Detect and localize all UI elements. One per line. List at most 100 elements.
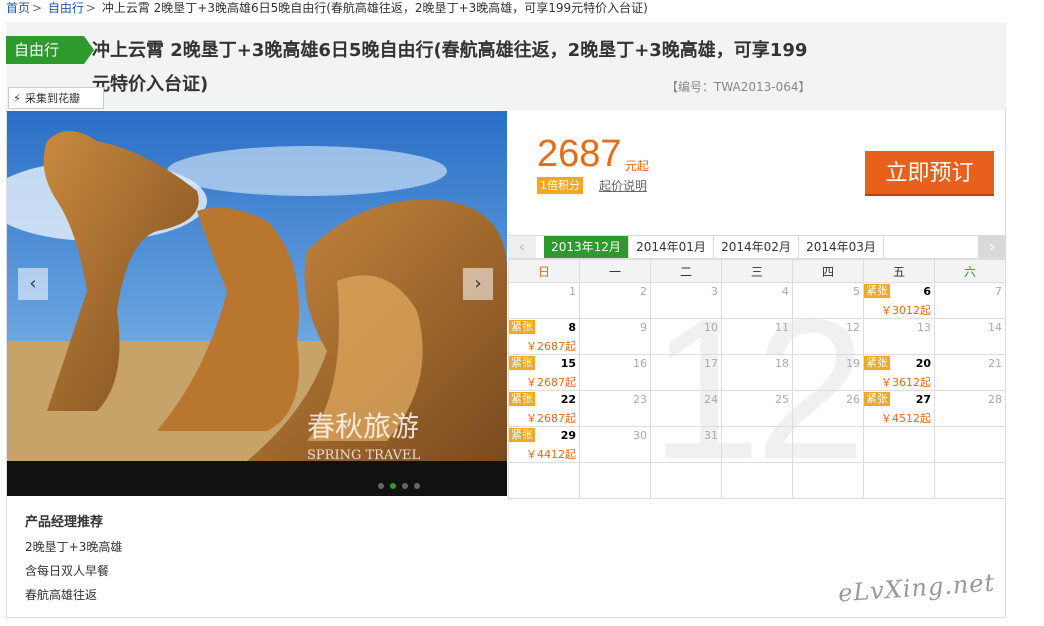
collect-label: 采集到花瓣 (25, 92, 80, 105)
weekday-header: 二 (650, 259, 722, 283)
day-number: 29 (560, 429, 576, 442)
availability-tight-badge: 紧张 (509, 392, 535, 406)
weekday-header: 一 (579, 259, 651, 283)
price-unit: 元起 (625, 159, 650, 173)
day-number: 12 (846, 321, 860, 334)
breadcrumb-separator: > (32, 1, 43, 15)
day-number: 19 (846, 357, 860, 370)
availability-tight-badge: 紧张 (864, 284, 890, 298)
breadcrumb-separator: > (85, 1, 96, 15)
weekday-header: 三 (721, 259, 793, 283)
collect-button[interactable]: ⚡ 采集到花瓣 (8, 87, 104, 109)
day-number: 3 (711, 285, 718, 298)
calendar-day: 1 (508, 282, 580, 319)
breadcrumb: 首页 > 自由行 > 冲上云霄 2晚垦丁+3晚高雄6日5晚自由行(春航高雄往返，2晚… (6, 0, 648, 16)
calendar-day[interactable]: 6 紧张 ￥3012起 (863, 282, 935, 319)
day-price: ￥2687起 (526, 340, 576, 353)
calendar-day[interactable]: 15 紧张 ￥2687起 (508, 354, 580, 391)
calendar-day (863, 462, 935, 499)
photo-watermark-cn: 春秋旅游 (307, 410, 419, 443)
calendar-day (934, 462, 1006, 499)
calendar-day: 18 (721, 354, 793, 391)
calendar-day: 13 (863, 318, 935, 355)
calendar-day: 30 (579, 426, 651, 463)
calendar-day: 12 (792, 318, 864, 355)
calendar-day (792, 462, 864, 499)
gallery-pagination (378, 474, 426, 493)
book-now-button[interactable]: 立即预订 (865, 151, 994, 196)
gallery-dot[interactable] (390, 483, 396, 489)
gallery-dot[interactable] (414, 483, 420, 489)
tab-month[interactable]: 2013年12月 (544, 236, 629, 258)
calendar-day[interactable]: 22 紧张 ￥2687起 (508, 390, 580, 427)
calendar-day[interactable]: 20 紧张 ￥3612起 (863, 354, 935, 391)
weekday-header: 六 (934, 259, 1006, 283)
day-number: 25 (775, 393, 789, 406)
calendar-day[interactable]: 8 紧张 ￥2687起 (508, 318, 580, 355)
gallery-next-button[interactable]: › (463, 268, 493, 300)
day-number: 10 (704, 321, 718, 334)
calendar-day (508, 462, 580, 499)
day-number: 20 (915, 357, 931, 370)
calendar-day[interactable]: 27 紧张 ￥4512起 (863, 390, 935, 427)
day-number: 23 (633, 393, 647, 406)
day-price: ￥4412起 (526, 448, 576, 461)
calendar-day: 5 (792, 282, 864, 319)
availability-tight-badge: 紧张 (509, 428, 535, 442)
day-number: 8 (568, 321, 576, 334)
month-next-button[interactable]: › (978, 236, 1006, 258)
calendar-day: 21 (934, 354, 1006, 391)
tab-month[interactable]: 2014年02月 (714, 236, 799, 258)
breadcrumb-category[interactable]: 自由行 (48, 1, 84, 15)
price-explain-link[interactable]: 起价说明 (599, 177, 647, 194)
availability-tight-badge: 紧张 (509, 320, 535, 334)
month-prev-button[interactable]: ‹ (508, 236, 536, 258)
price-value: 2687 (537, 133, 622, 175)
calendar-day[interactable]: 29 紧张 ￥4412起 (508, 426, 580, 463)
product-code: 【编号：TWA2013-064】 (666, 80, 811, 94)
gallery-dot[interactable] (378, 483, 384, 489)
day-number: 22 (560, 393, 576, 406)
calendar-day: 4 (721, 282, 793, 319)
departure-calendar: 日一二三四五六 1 2 3 4 5 6 紧张 ￥3012起 7 8 紧张 ￥2687起 9 10 11 12 1… (508, 259, 1006, 499)
calendar-day (650, 462, 722, 499)
day-price: ￥2687起 (526, 412, 576, 425)
recommend-item: 含每日双人早餐 (25, 564, 110, 578)
calendar-day (934, 426, 1006, 463)
day-number: 4 (782, 285, 789, 298)
day-number: 5 (853, 285, 860, 298)
day-number: 27 (915, 393, 931, 406)
calendar-day (792, 426, 864, 463)
day-number: 9 (640, 321, 647, 334)
breadcrumb-home[interactable]: 首页 (6, 1, 30, 15)
calendar-day: 16 (579, 354, 651, 391)
gallery-dot[interactable] (402, 483, 408, 489)
day-number: 1 (569, 285, 576, 298)
calendar-day: 19 (792, 354, 864, 391)
day-price: ￥3012起 (881, 304, 931, 317)
gallery-prev-button[interactable]: ‹ (18, 268, 48, 300)
day-price: ￥3612起 (881, 376, 931, 389)
day-number: 14 (988, 321, 1002, 334)
tab-month[interactable]: 2014年03月 (799, 236, 884, 258)
calendar-day: 26 (792, 390, 864, 427)
calendar-day: 23 (579, 390, 651, 427)
calendar-day (721, 462, 793, 499)
tab-month[interactable]: 2014年01月 (629, 236, 714, 258)
calendar-day: 9 (579, 318, 651, 355)
day-number: 13 (917, 321, 931, 334)
day-number: 15 (560, 357, 576, 370)
calendar-day: 10 (650, 318, 722, 355)
points-badge: 1倍积分 (537, 177, 583, 194)
day-number: 30 (633, 429, 647, 442)
calendar-day (579, 462, 651, 499)
day-price: ￥4512起 (881, 412, 931, 425)
product-header: 自由行 冲上云霄 2晚垦丁+3晚高雄6日5晚自由行(春航高雄往返，2晚垦丁+3晚… (6, 22, 1006, 110)
recommend-item: 2晚垦丁+3晚高雄 (25, 540, 123, 554)
day-number: 31 (704, 429, 718, 442)
day-number: 16 (633, 357, 647, 370)
day-number: 2 (640, 285, 647, 298)
lightning-icon: ⚡ (13, 92, 21, 105)
calendar-day: 14 (934, 318, 1006, 355)
day-number: 26 (846, 393, 860, 406)
